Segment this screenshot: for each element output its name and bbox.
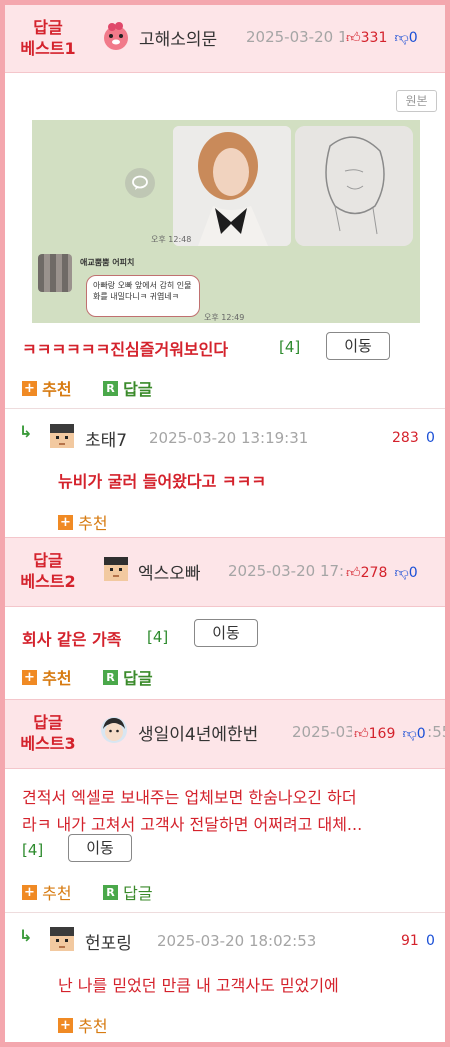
- reply-count: [4]: [147, 628, 169, 646]
- r-square-icon: R: [103, 884, 118, 900]
- r-square-icon: R: [103, 380, 118, 396]
- attached-image[interactable]: 오후 12:48 애교뿜뿜 어피치 아빠랑 오빠 앞에서 감히 인물화를 내밀다…: [32, 120, 420, 323]
- move-button[interactable]: 이동: [68, 834, 132, 862]
- comment-title: 회사 같은 가족: [22, 630, 122, 649]
- reply-arrow-icon: ↳: [19, 926, 33, 945]
- nickname[interactable]: 고해소의문: [139, 25, 217, 50]
- best-comment-header: 답글 베스트3 생일이4년에한번 2025-03-20 17:09:55 👍︎1…: [5, 699, 445, 769]
- blurred-avatar: [38, 254, 72, 292]
- timestamp: 2025-03-20 13:19:31: [149, 429, 309, 447]
- up-count: 91: [401, 933, 419, 949]
- comment-body: 견적서 엑셀로 보내주는 업체보면 한숨나오긴 하더 라ㅋ 내가 고쳐서 고객사…: [22, 788, 363, 834]
- avatar[interactable]: [47, 924, 77, 954]
- up-count: 331: [360, 30, 388, 46]
- chat-message: 아빠랑 오빠 앞에서 감히 인물화를 내밀다니ㅋ 귀엽네ㅋ: [86, 275, 200, 317]
- recommend-button[interactable]: + 추천: [22, 376, 72, 400]
- reply-button[interactable]: R 답글: [103, 376, 153, 400]
- divider: [5, 408, 445, 409]
- recommend-button[interactable]: + 추천: [22, 665, 72, 689]
- best-badge: 답글 베스트1: [20, 18, 76, 58]
- up-count: 283: [392, 430, 419, 446]
- chat-time: 오후 12:49: [204, 313, 245, 322]
- timestamp: 2025-03-20 18:02:53: [157, 932, 317, 950]
- divider: [5, 912, 445, 913]
- move-button[interactable]: 이동: [326, 332, 390, 360]
- best-badge: 답글 베스트3: [20, 713, 76, 753]
- down-count: 0: [426, 933, 435, 949]
- up-count: 169: [368, 726, 396, 742]
- reply-arrow-icon: ↳: [19, 422, 33, 441]
- avatar[interactable]: [101, 554, 131, 584]
- speech-bubble-icon: [125, 168, 155, 198]
- reply-text: 난 나를 믿었던 만큼 내 고객사도 믿었기에: [58, 976, 339, 995]
- up-count: 278: [360, 565, 388, 581]
- reply-button[interactable]: R 답글: [103, 665, 153, 689]
- chat-time: 오후 12:48: [151, 235, 192, 244]
- plus-square-icon: +: [22, 669, 37, 685]
- vote-box: 👍︎331 👎︎0: [344, 27, 418, 46]
- thumbs-up-icon[interactable]: 👍︎: [346, 565, 361, 581]
- r-square-icon: R: [103, 669, 118, 685]
- avatar[interactable]: [99, 715, 129, 745]
- best-badge: 답글 베스트2: [20, 551, 76, 591]
- nickname[interactable]: 초태7: [85, 426, 127, 451]
- reply-text: 뉴비가 굴러 들어왔다고 ㅋㅋㅋ: [58, 472, 267, 491]
- plus-square-icon: +: [22, 380, 37, 396]
- down-count: 0: [408, 30, 418, 46]
- nickname[interactable]: 헌포링: [85, 929, 132, 954]
- comment-title: ㅋㅋㅋㅋㅋㅋ진심즐거워보인다: [22, 340, 229, 359]
- plus-square-icon: +: [58, 1017, 73, 1033]
- down-count: 0: [416, 726, 426, 742]
- thumbs-up-icon[interactable]: 👍︎: [354, 726, 369, 742]
- move-button[interactable]: 이동: [194, 619, 258, 647]
- thumbs-up-icon[interactable]: 👍︎: [346, 30, 361, 46]
- nickname[interactable]: 생일이4년에한번: [138, 720, 258, 745]
- original-image-button[interactable]: 원본: [396, 90, 437, 112]
- avatar[interactable]: [47, 421, 77, 451]
- thumbs-down-icon[interactable]: 👎︎: [402, 726, 416, 742]
- chat-sender: 애교뿜뿜 어피치: [80, 258, 135, 267]
- comment-list: 답글 베스트1 고해소의문 2025-03-20 12:43:10 👍︎331 …: [5, 5, 445, 1042]
- drawing-thumbnail: [295, 126, 413, 246]
- thumbs-down-icon[interactable]: 👎︎: [394, 565, 408, 581]
- plus-square-icon: +: [58, 514, 73, 530]
- reply-count: [4]: [279, 338, 301, 356]
- down-count: 0: [408, 565, 418, 581]
- nickname[interactable]: 엑스오빠: [138, 559, 201, 584]
- vote-box: 👍︎278 👎︎0: [344, 562, 418, 581]
- reply-count: [4]: [22, 841, 44, 859]
- thumbs-down-icon[interactable]: 👎︎: [394, 30, 408, 46]
- down-count: 0: [426, 430, 435, 446]
- plus-square-icon: +: [22, 884, 37, 900]
- recommend-button[interactable]: + 추천: [22, 880, 72, 904]
- vote-box: 👍︎169 👎︎0: [352, 723, 426, 742]
- avatar[interactable]: [101, 21, 131, 51]
- recommend-button[interactable]: + 추천: [58, 510, 108, 534]
- best-comment-header: 답글 베스트1 고해소의문 2025-03-20 12:43:10 👍︎331 …: [5, 5, 445, 73]
- recommend-button[interactable]: + 추천: [58, 1013, 108, 1037]
- photo-thumbnail: [173, 126, 291, 246]
- reply-button[interactable]: R 답글: [103, 880, 153, 904]
- best-comment-header: 답글 베스트2 엑스오빠 2025-03-20 17:20:02 👍︎278 👎…: [5, 537, 445, 607]
